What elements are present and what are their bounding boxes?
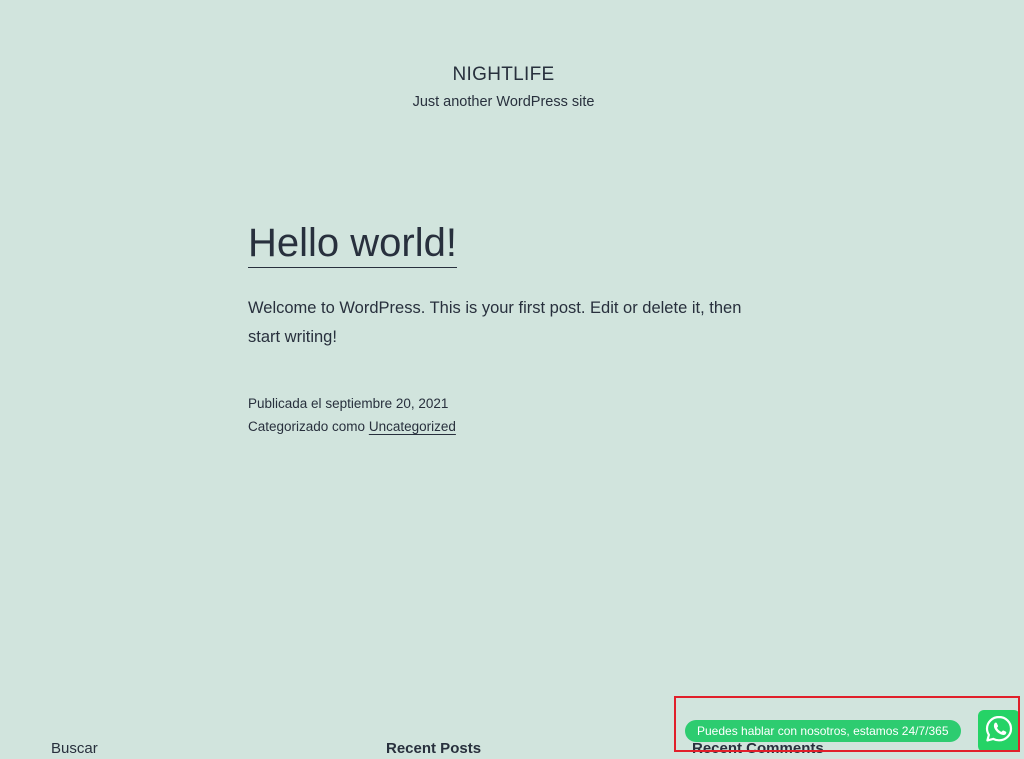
posted-on: Publicada el septiembre 20, 2021	[248, 392, 456, 415]
recent-posts-widget-title: Recent Posts	[386, 740, 482, 757]
post-meta: Publicada el septiembre 20, 2021 Categor…	[248, 392, 456, 438]
post-title: Hello world!	[248, 220, 768, 268]
post-content: Welcome to WordPress. This is your first…	[248, 299, 742, 346]
site-title[interactable]: NIGHTLIFE	[453, 62, 555, 88]
category-link[interactable]: Uncategorized	[369, 419, 456, 434]
post-categories: Categorizado como Uncategorized	[248, 415, 456, 438]
post-title-link[interactable]: Hello world!	[248, 221, 457, 268]
category-label: Categorizado como	[248, 419, 369, 434]
site-description: Just another WordPress site	[412, 94, 595, 110]
post-date: septiembre 20, 2021	[325, 396, 449, 411]
whatsapp-icon	[983, 713, 1015, 750]
whatsapp-button[interactable]	[978, 710, 1020, 752]
posted-on-label: Publicada el	[248, 396, 326, 411]
whatsapp-chat-bubble[interactable]: Puedes hablar con nosotros, estamos 24/7…	[685, 720, 961, 742]
site-header: NIGHTLIFE Just another WordPress site	[0, 62, 1007, 112]
search-widget-title: Buscar	[51, 740, 98, 757]
recent-comments-widget-title: Recent Comments	[692, 740, 824, 757]
post: Hello world! Welcome to WordPress. This …	[248, 220, 768, 352]
